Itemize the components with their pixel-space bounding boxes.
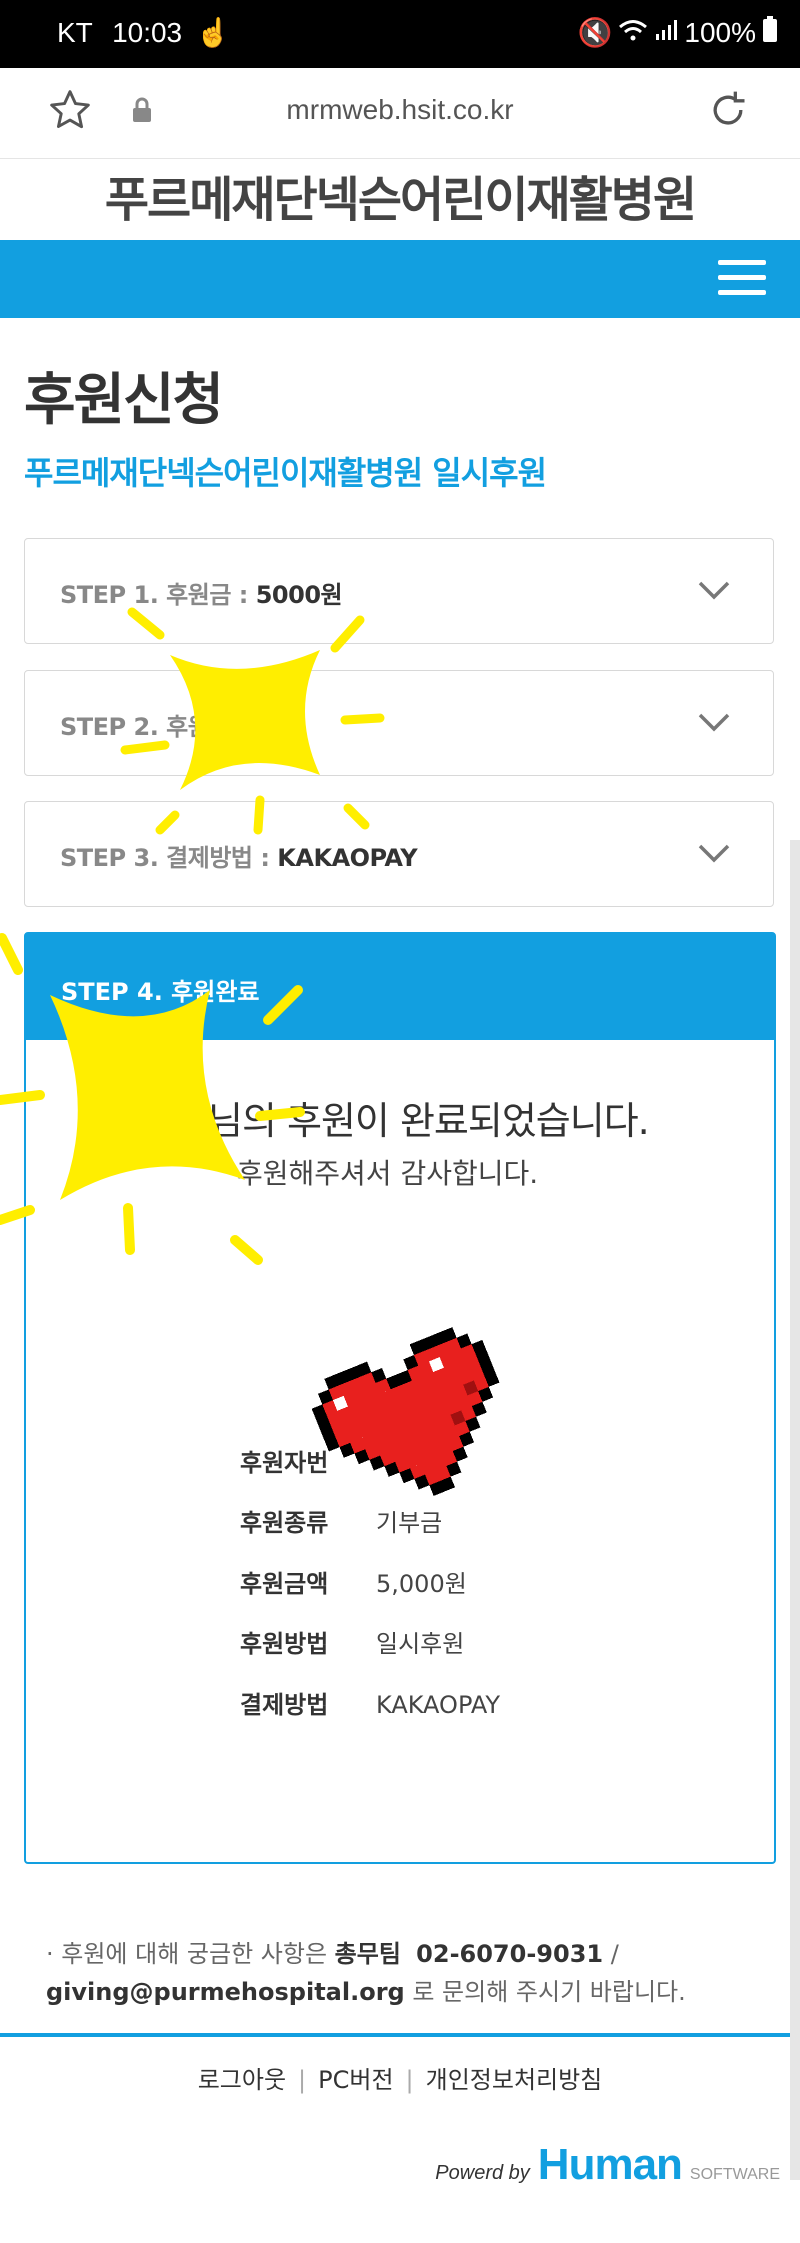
signal-icon — [654, 17, 678, 49]
chevron-down-icon[interactable] — [697, 705, 731, 739]
logout-link[interactable]: 로그아웃 — [198, 2066, 286, 2094]
separator: | — [298, 2066, 307, 2094]
detail-key: 후원금액 — [240, 1570, 329, 1598]
detail-row: 후원자번 — [240, 1443, 376, 1478]
site-title[interactable]: 푸르메재단넥슨어린이재활병원 — [0, 160, 800, 240]
step-4-panel: STEP 4. 후원완료 — [24, 932, 776, 1864]
detail-value: 기부금 — [376, 1509, 443, 1537]
battery-icon — [762, 16, 778, 49]
powered-by-logo: Powerd by Human SOFTWARE — [435, 2140, 780, 2189]
scrollbar[interactable] — [790, 840, 800, 2180]
detail-value: 일시후원 — [376, 1630, 465, 1658]
chevron-down-icon[interactable] — [697, 836, 731, 870]
notification-hand-icon: ☝ — [195, 17, 231, 48]
detail-value: 5,000원 — [376, 1570, 467, 1598]
step-4-label: STEP 4. 후원완료 — [61, 978, 260, 1006]
url-field[interactable]: mrmweb.hsit.co.kr — [0, 94, 800, 126]
footer-divider — [0, 2033, 800, 2037]
battery-label: 100% — [684, 16, 756, 48]
page-title: 후원신청 — [24, 368, 224, 433]
step-1-accordion[interactable]: STEP 1. 후원금 : 5000원 — [24, 538, 774, 644]
contact-email[interactable]: giving@purmehospital.org — [46, 1978, 405, 2006]
thanks-message: 후원해주셔서 감사합니다. — [237, 1157, 539, 1190]
browser-url-bar: mrmweb.hsit.co.kr — [0, 68, 800, 159]
wifi-icon — [618, 17, 648, 49]
contact-team: 총무팀 — [334, 1940, 401, 1968]
completion-message: 님의 후원이 완료되었습니다. — [208, 1099, 650, 1143]
detail-row: 결제방법 KAKAOPAY — [240, 1685, 500, 1720]
status-left: KT 10:03 ☝ — [57, 16, 231, 49]
detail-key: 결제방법 — [240, 1691, 329, 1719]
clock: 10:03 — [112, 17, 183, 48]
footer-contact-note: · 후원에 대해 궁금한 사항은 총무팀 02-6070-9031 / givi… — [46, 1940, 686, 2006]
chevron-down-icon[interactable] — [697, 573, 731, 607]
status-bar: KT 10:03 ☝ 🔇 100% — [0, 0, 800, 68]
detail-key: 후원방법 — [240, 1630, 329, 1658]
step-3-label: STEP 3. 결제방법 : KAKAOPAY — [60, 844, 418, 872]
privacy-policy-link[interactable]: 개인정보처리방침 — [426, 2066, 603, 2094]
step-3-accordion[interactable]: STEP 3. 결제방법 : KAKAOPAY — [24, 801, 774, 907]
carrier-label: KT — [57, 17, 93, 48]
mute-icon: 🔇 — [577, 17, 613, 48]
page-subtitle: 푸르메재단넥슨어린이재활병원 일시후원 — [24, 454, 547, 492]
detail-row: 후원방법 일시후원 — [240, 1624, 464, 1659]
step-2-accordion[interactable]: STEP 2. 후원자 — [24, 670, 774, 776]
status-right: 🔇 100% — [578, 16, 779, 49]
human-software-logo: Human — [537, 2140, 683, 2189]
hamburger-menu-icon[interactable] — [718, 260, 766, 296]
step-2-label: STEP 2. 후원자 — [60, 713, 231, 741]
pc-version-link[interactable]: PC버전 — [318, 2066, 393, 2094]
main-nav-bar — [0, 240, 800, 318]
step-4-header[interactable]: STEP 4. 후원완료 — [26, 934, 774, 1040]
separator: | — [405, 2066, 414, 2094]
detail-row: 후원종류 기부금 — [240, 1503, 442, 1538]
contact-phone[interactable]: 02-6070-9031 — [416, 1940, 603, 1968]
step-1-label: STEP 1. 후원금 : 5000원 — [60, 581, 343, 609]
footer-links: 로그아웃 | PC버전 | 개인정보처리방침 — [0, 2060, 800, 2095]
detail-key: 후원종류 — [240, 1509, 329, 1537]
detail-value: KAKAOPAY — [376, 1691, 501, 1719]
detail-key: 후원자번 — [240, 1449, 329, 1477]
detail-row: 후원금액 5,000원 — [240, 1564, 467, 1599]
reload-icon[interactable] — [706, 88, 750, 136]
